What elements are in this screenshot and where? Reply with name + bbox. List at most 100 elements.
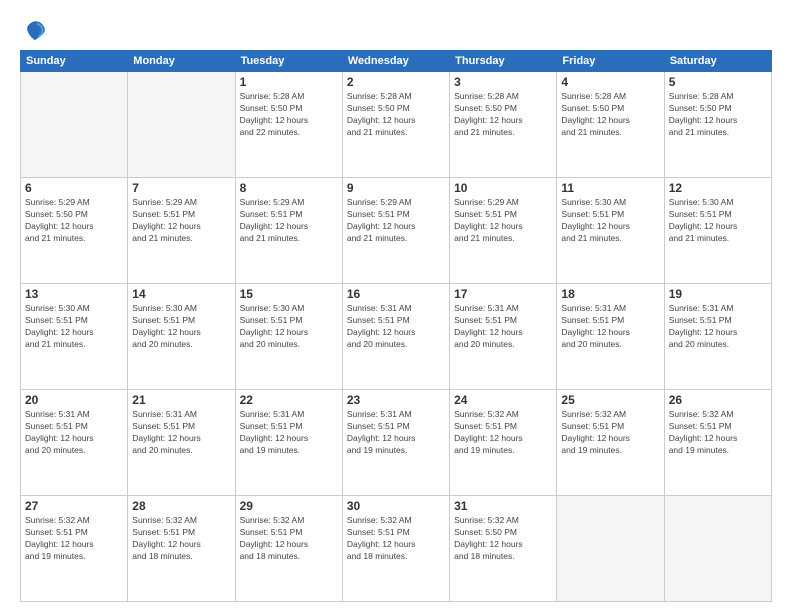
day-number: 9 xyxy=(347,181,445,195)
day-info: Sunrise: 5:28 AM Sunset: 5:50 PM Dayligh… xyxy=(240,91,338,139)
day-number: 28 xyxy=(132,499,230,513)
calendar-week-row: 27 Sunrise: 5:32 AM Sunset: 5:51 PM Dayli… xyxy=(21,496,772,602)
calendar-cell: 7 Sunrise: 5:29 AM Sunset: 5:51 PM Daylig… xyxy=(128,178,235,284)
day-number: 10 xyxy=(454,181,552,195)
day-number: 30 xyxy=(347,499,445,513)
day-info: Sunrise: 5:31 AM Sunset: 5:51 PM Dayligh… xyxy=(132,409,230,457)
calendar-cell: 5Sunrise: 5:28 AM Sunset: 5:50 PM Daylig… xyxy=(664,72,771,178)
calendar-table: SundayMondayTuesdayWednesdayThursdayFrid… xyxy=(20,50,772,602)
day-info: Sunrise: 5:30 AM Sunset: 5:51 PM Dayligh… xyxy=(25,303,123,351)
day-number: 15 xyxy=(240,287,338,301)
day-info: Sunrise: 5:31 AM Sunset: 5:51 PM Dayligh… xyxy=(561,303,659,351)
day-info: Sunrise: 5:32 AM Sunset: 5:51 PM Dayligh… xyxy=(240,515,338,563)
day-number: 31 xyxy=(454,499,552,513)
day-number: 19 xyxy=(669,287,767,301)
calendar-cell: 23 Sunrise: 5:31 AM Sunset: 5:51 PM Dayli… xyxy=(342,390,449,496)
day-info: Sunrise: 5:31 AM Sunset: 5:51 PM Dayligh… xyxy=(347,409,445,457)
calendar-cell: 25Sunrise: 5:32 AM Sunset: 5:51 PM Dayli… xyxy=(557,390,664,496)
day-info: Sunrise: 5:29 AM Sunset: 5:51 PM Dayligh… xyxy=(240,197,338,245)
day-of-week-header: Friday xyxy=(557,51,664,72)
day-number: 17 xyxy=(454,287,552,301)
calendar-cell: 31 Sunrise: 5:32 AM Sunset: 5:50 PM Dayli… xyxy=(450,496,557,602)
calendar-cell: 6 Sunrise: 5:29 AM Sunset: 5:50 PM Daylig… xyxy=(21,178,128,284)
calendar-cell: 17 Sunrise: 5:31 AM Sunset: 5:51 PM Dayli… xyxy=(450,284,557,390)
calendar-cell: 30 Sunrise: 5:32 AM Sunset: 5:51 PM Dayli… xyxy=(342,496,449,602)
day-info: Sunrise: 5:28 AM Sunset: 5:50 PM Dayligh… xyxy=(454,91,552,139)
day-number: 18 xyxy=(561,287,659,301)
logo-icon xyxy=(20,16,48,44)
day-info: Sunrise: 5:32 AM Sunset: 5:50 PM Dayligh… xyxy=(454,515,552,563)
logo xyxy=(20,16,52,44)
day-info: Sunrise: 5:32 AM Sunset: 5:51 PM Dayligh… xyxy=(669,409,767,457)
day-of-week-header: Monday xyxy=(128,51,235,72)
calendar-cell: 14 Sunrise: 5:30 AM Sunset: 5:51 PM Dayli… xyxy=(128,284,235,390)
calendar-cell: 15 Sunrise: 5:30 AM Sunset: 5:51 PM Dayli… xyxy=(235,284,342,390)
day-of-week-header: Tuesday xyxy=(235,51,342,72)
calendar-cell xyxy=(128,72,235,178)
day-info: Sunrise: 5:31 AM Sunset: 5:51 PM Dayligh… xyxy=(454,303,552,351)
day-of-week-header: Thursday xyxy=(450,51,557,72)
day-number: 14 xyxy=(132,287,230,301)
calendar-cell xyxy=(21,72,128,178)
calendar-week-row: 1Sunrise: 5:28 AM Sunset: 5:50 PM Daylig… xyxy=(21,72,772,178)
day-info: Sunrise: 5:30 AM Sunset: 5:51 PM Dayligh… xyxy=(132,303,230,351)
day-info: Sunrise: 5:30 AM Sunset: 5:51 PM Dayligh… xyxy=(240,303,338,351)
calendar-body: 1Sunrise: 5:28 AM Sunset: 5:50 PM Daylig… xyxy=(21,72,772,602)
day-info: Sunrise: 5:29 AM Sunset: 5:51 PM Dayligh… xyxy=(132,197,230,245)
day-of-week-header: Sunday xyxy=(21,51,128,72)
calendar-cell: 22 Sunrise: 5:31 AM Sunset: 5:51 PM Dayli… xyxy=(235,390,342,496)
day-number: 13 xyxy=(25,287,123,301)
day-info: Sunrise: 5:28 AM Sunset: 5:50 PM Dayligh… xyxy=(669,91,767,139)
day-info: Sunrise: 5:32 AM Sunset: 5:51 PM Dayligh… xyxy=(347,515,445,563)
day-info: Sunrise: 5:30 AM Sunset: 5:51 PM Dayligh… xyxy=(669,197,767,245)
calendar-week-row: 6 Sunrise: 5:29 AM Sunset: 5:50 PM Daylig… xyxy=(21,178,772,284)
day-info: Sunrise: 5:28 AM Sunset: 5:50 PM Dayligh… xyxy=(347,91,445,139)
calendar-cell: 13 Sunrise: 5:30 AM Sunset: 5:51 PM Dayli… xyxy=(21,284,128,390)
day-number: 4 xyxy=(561,75,659,89)
day-info: Sunrise: 5:30 AM Sunset: 5:51 PM Dayligh… xyxy=(561,197,659,245)
day-number: 27 xyxy=(25,499,123,513)
day-number: 21 xyxy=(132,393,230,407)
day-number: 7 xyxy=(132,181,230,195)
calendar-cell: 9 Sunrise: 5:29 AM Sunset: 5:51 PM Daylig… xyxy=(342,178,449,284)
calendar-cell: 16 Sunrise: 5:31 AM Sunset: 5:51 PM Dayli… xyxy=(342,284,449,390)
day-number: 26 xyxy=(669,393,767,407)
day-number: 2 xyxy=(347,75,445,89)
day-info: Sunrise: 5:31 AM Sunset: 5:51 PM Dayligh… xyxy=(347,303,445,351)
calendar-cell: 11 Sunrise: 5:30 AM Sunset: 5:51 PM Dayli… xyxy=(557,178,664,284)
calendar-cell: 27Sunrise: 5:32 AM Sunset: 5:51 PM Dayli… xyxy=(21,496,128,602)
calendar-cell: 19 Sunrise: 5:31 AM Sunset: 5:51 PM Dayli… xyxy=(664,284,771,390)
calendar-cell: 29 Sunrise: 5:32 AM Sunset: 5:51 PM Dayli… xyxy=(235,496,342,602)
day-number: 8 xyxy=(240,181,338,195)
calendar-cell xyxy=(664,496,771,602)
calendar-cell: 3Sunrise: 5:28 AM Sunset: 5:50 PM Daylig… xyxy=(450,72,557,178)
day-number: 22 xyxy=(240,393,338,407)
calendar-cell: 2 Sunrise: 5:28 AM Sunset: 5:50 PM Daylig… xyxy=(342,72,449,178)
day-info: Sunrise: 5:29 AM Sunset: 5:50 PM Dayligh… xyxy=(25,197,123,245)
day-info: Sunrise: 5:31 AM Sunset: 5:51 PM Dayligh… xyxy=(25,409,123,457)
day-info: Sunrise: 5:32 AM Sunset: 5:51 PM Dayligh… xyxy=(561,409,659,457)
day-info: Sunrise: 5:28 AM Sunset: 5:50 PM Dayligh… xyxy=(561,91,659,139)
day-number: 23 xyxy=(347,393,445,407)
calendar-cell: 24 Sunrise: 5:32 AM Sunset: 5:51 PM Dayli… xyxy=(450,390,557,496)
day-number: 29 xyxy=(240,499,338,513)
calendar-week-row: 13 Sunrise: 5:30 AM Sunset: 5:51 PM Dayli… xyxy=(21,284,772,390)
day-number: 20 xyxy=(25,393,123,407)
day-number: 12 xyxy=(669,181,767,195)
day-info: Sunrise: 5:31 AM Sunset: 5:51 PM Dayligh… xyxy=(240,409,338,457)
day-info: Sunrise: 5:31 AM Sunset: 5:51 PM Dayligh… xyxy=(669,303,767,351)
day-number: 11 xyxy=(561,181,659,195)
day-info: Sunrise: 5:32 AM Sunset: 5:51 PM Dayligh… xyxy=(132,515,230,563)
calendar-cell: 8 Sunrise: 5:29 AM Sunset: 5:51 PM Daylig… xyxy=(235,178,342,284)
calendar-cell: 26 Sunrise: 5:32 AM Sunset: 5:51 PM Dayli… xyxy=(664,390,771,496)
day-number: 24 xyxy=(454,393,552,407)
calendar-week-row: 20 Sunrise: 5:31 AM Sunset: 5:51 PM Dayli… xyxy=(21,390,772,496)
day-number: 6 xyxy=(25,181,123,195)
calendar-cell: 12 Sunrise: 5:30 AM Sunset: 5:51 PM Dayli… xyxy=(664,178,771,284)
day-info: Sunrise: 5:32 AM Sunset: 5:51 PM Dayligh… xyxy=(454,409,552,457)
day-number: 16 xyxy=(347,287,445,301)
day-info: Sunrise: 5:29 AM Sunset: 5:51 PM Dayligh… xyxy=(347,197,445,245)
calendar-cell xyxy=(557,496,664,602)
calendar-cell: 4 Sunrise: 5:28 AM Sunset: 5:50 PM Daylig… xyxy=(557,72,664,178)
day-of-week-header: Wednesday xyxy=(342,51,449,72)
